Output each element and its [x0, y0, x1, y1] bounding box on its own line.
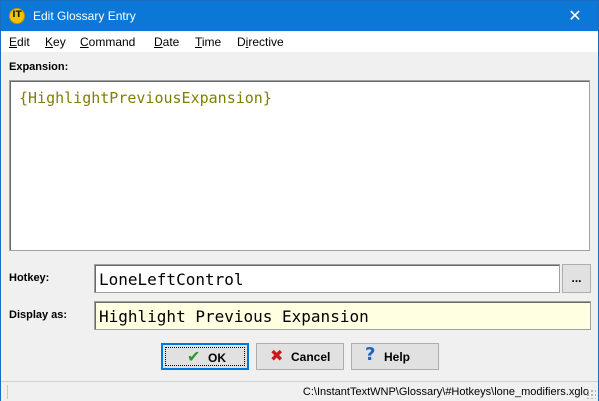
display-as-value: Highlight Previous Expansion	[99, 307, 369, 326]
expansion-textarea[interactable]: {HighlightPreviousExpansion}	[9, 80, 590, 251]
status-file-path: C:\InstantTextWNP\Glossary\#Hotkeys\lone…	[302, 386, 589, 398]
app-logo-icon: IT	[9, 8, 25, 24]
help-button-label: Help	[384, 350, 411, 364]
title-bar[interactable]: IT Edit Glossary Entry ✕	[1, 1, 598, 31]
display-as-label: Display as:	[9, 309, 68, 321]
edit-glossary-window: IT Edit Glossary Entry ✕ Edit Key Comman…	[0, 0, 599, 401]
menu-edit[interactable]: Edit	[9, 35, 30, 49]
x-icon: ✖	[270, 346, 284, 365]
checkmark-icon: ✔	[187, 347, 201, 366]
cancel-button-label: Cancel	[291, 350, 331, 364]
close-button[interactable]: ✕	[552, 1, 598, 31]
display-as-input[interactable]: Highlight Previous Expansion	[94, 301, 591, 330]
menu-bar: Edit Key Command Date Time Directive	[1, 32, 598, 52]
hotkey-label: Hotkey:	[9, 272, 50, 284]
menu-date[interactable]: Date	[154, 35, 179, 49]
menu-directive-label: Directive	[237, 35, 284, 49]
menu-key[interactable]: Key	[45, 35, 66, 49]
help-button[interactable]: ? Help	[351, 343, 439, 370]
expansion-label: Expansion:	[9, 61, 69, 73]
expansion-value: {HighlightPreviousExpansion}	[19, 89, 272, 107]
menu-command[interactable]: Command	[80, 35, 135, 49]
question-icon: ?	[365, 344, 376, 365]
window-title: Edit Glossary Entry	[33, 9, 136, 23]
menu-date-label: Date	[154, 35, 180, 49]
close-icon: ✕	[568, 6, 582, 25]
menu-edit-label: Edit	[9, 35, 30, 49]
resize-grip-icon[interactable]	[586, 389, 596, 399]
menu-time[interactable]: Time	[195, 35, 221, 49]
menu-key-label: Key	[45, 35, 66, 49]
hotkey-value: LoneLeftControl	[99, 270, 244, 289]
menu-command-label: Command	[80, 35, 136, 49]
cancel-button[interactable]: ✖ Cancel	[256, 343, 344, 370]
status-bar: C:\InstantTextWNP\Glossary\#Hotkeys\lone…	[1, 381, 598, 401]
app-logo-text: IT	[12, 10, 22, 20]
menu-directive[interactable]: Directive	[237, 35, 284, 49]
ok-button[interactable]: ✔ OK	[161, 343, 249, 370]
status-separator	[7, 385, 8, 399]
hotkey-browse-button[interactable]: ...	[562, 264, 591, 293]
menu-time-label: Time	[195, 35, 222, 49]
ok-button-label: OK	[208, 351, 226, 365]
hotkey-input[interactable]: LoneLeftControl	[94, 264, 560, 293]
